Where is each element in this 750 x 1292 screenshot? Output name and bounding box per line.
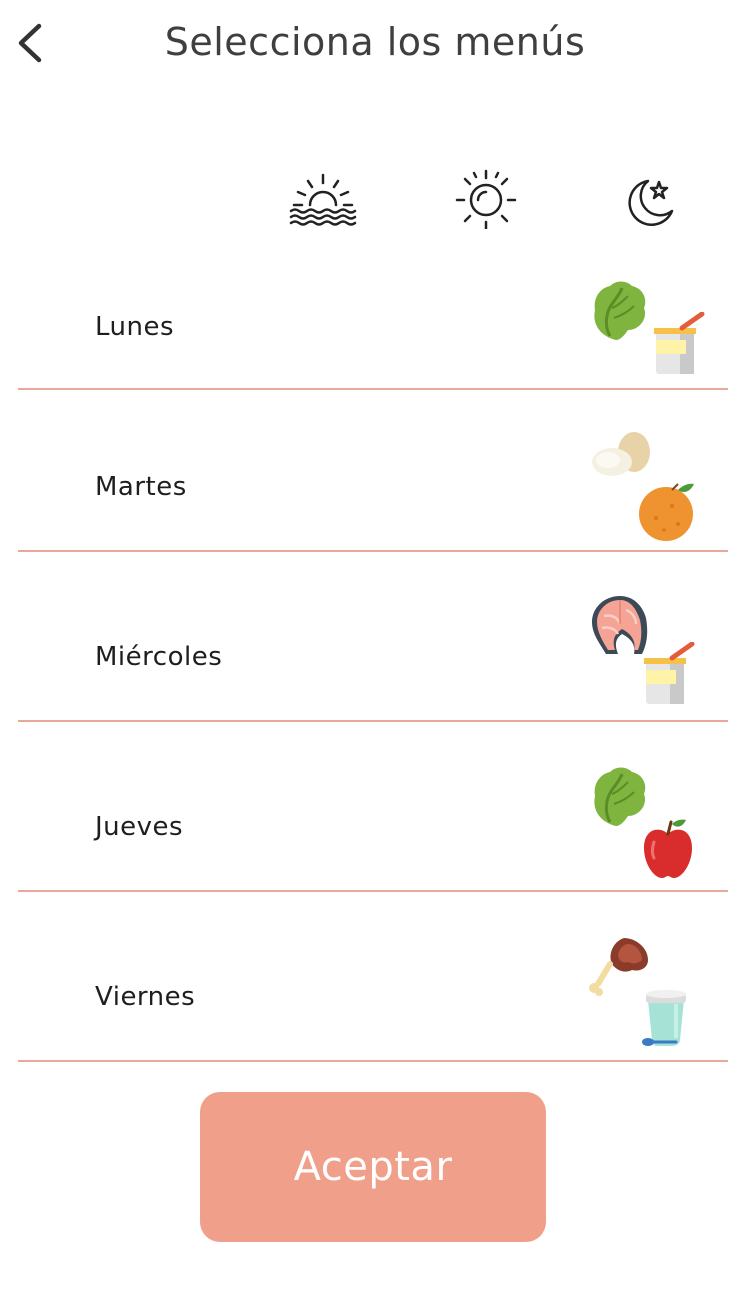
- day-list: Lunes Martes Miércoles Jueves Viernes: [18, 252, 728, 1062]
- accept-button[interactable]: Aceptar: [200, 1092, 546, 1242]
- sunrise-icon: [289, 173, 357, 226]
- salmon-steak-icon: [592, 596, 648, 654]
- sun-icon: [455, 169, 517, 229]
- day-label: Viernes: [95, 982, 196, 1012]
- yogurt-icon: [644, 642, 695, 704]
- lettuce-icon: [594, 281, 646, 340]
- day-label: Martes: [95, 472, 187, 502]
- yogurt-icon: [654, 312, 705, 374]
- day-label: Miércoles: [95, 642, 223, 672]
- eggs-icon: [592, 432, 650, 476]
- day-row-lunes[interactable]: Lunes: [18, 252, 728, 390]
- header: Selecciona los menús: [0, 0, 750, 90]
- moon-star-icon: [628, 179, 674, 226]
- day-row-miercoles[interactable]: Miércoles: [18, 552, 728, 722]
- meal-time-icons: [0, 165, 750, 235]
- apple-icon: [644, 819, 692, 878]
- yogurt-cup-icon: [642, 990, 686, 1046]
- day-label: Jueves: [95, 812, 184, 842]
- day-row-viernes[interactable]: Viernes: [18, 892, 728, 1062]
- day-row-jueves[interactable]: Jueves: [18, 722, 728, 892]
- day-label: Lunes: [95, 312, 175, 342]
- page-title: Selecciona los menús: [164, 20, 586, 64]
- orange-icon: [639, 483, 694, 541]
- day-row-martes[interactable]: Martes: [18, 390, 728, 552]
